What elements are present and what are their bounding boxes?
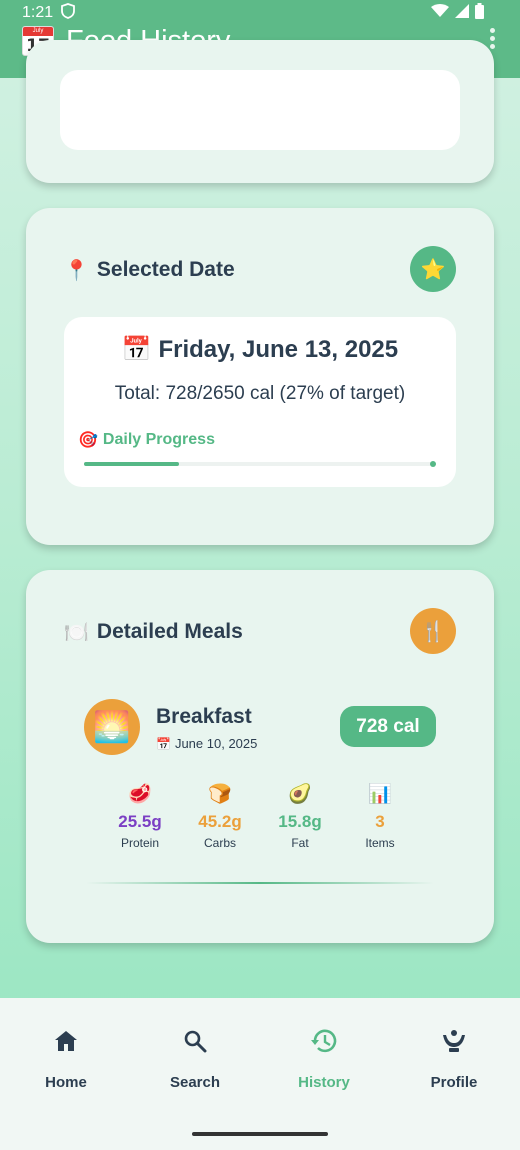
bar-chart-icon: 📊 [368, 784, 392, 805]
profile-icon [404, 1024, 504, 1058]
macro-fat: 🥑 15.8g Fat [270, 782, 330, 850]
meal-date: 📅 June 10, 2025 [156, 736, 257, 751]
progress-label-text: Daily Progress [102, 431, 215, 448]
plate-icon: 🍽️ [64, 621, 89, 644]
pin-icon: 📍 [64, 259, 89, 282]
nav-label: Search [169, 1074, 221, 1091]
star-button[interactable]: ⭐ [410, 246, 456, 292]
target-icon: 🎯 [78, 432, 98, 449]
gesture-bar[interactable] [192, 1132, 328, 1136]
meals-action-button[interactable]: 🍴 [410, 608, 456, 654]
detailed-meals-title: Detailed Meals [96, 620, 243, 643]
nav-label: History [298, 1074, 350, 1091]
macro-value: 3 [375, 812, 385, 831]
calendar-panel [60, 70, 460, 150]
search-icon [145, 1024, 245, 1058]
selected-date-header: 📍 Selected Date [64, 253, 235, 287]
meat-icon: 🥩 [128, 784, 152, 805]
detailed-meals-card: 🍽️ Detailed Meals 🍴 🌅 Breakfast 📅 June 1… [26, 570, 494, 943]
meal-name: Breakfast [156, 705, 252, 728]
progress-label: 🎯 Daily Progress [78, 430, 215, 450]
meal-calories-badge: 728 cal [340, 706, 436, 747]
calendar-card [26, 40, 494, 183]
macro-items: 📊 3 Items [350, 782, 410, 850]
nav-home[interactable]: Home [16, 1024, 116, 1091]
calendar-icon: 📅 [121, 336, 152, 363]
daily-progress-bar [84, 461, 436, 467]
macro-value: 25.5g [118, 812, 162, 831]
avocado-icon: 🥑 [288, 784, 312, 805]
detailed-meals-header: 🍽️ Detailed Meals [64, 615, 243, 649]
signal-icon [455, 4, 469, 23]
calorie-total: Total: 728/2650 cal (27% of target) [114, 383, 406, 404]
progress-end-dot [430, 461, 436, 467]
bread-icon: 🍞 [208, 784, 232, 805]
macro-carbs: 🍞 45.2g Carbs [190, 782, 250, 850]
selected-date-card: 📍 Selected Date ⭐ 📅 Friday, June 13, 202… [26, 208, 494, 545]
macro-label: Fat [291, 836, 309, 850]
fork-knife-icon: 🍴 [420, 620, 446, 643]
nav-history[interactable]: History [274, 1024, 374, 1091]
status-bar: 1:21 [22, 2, 498, 24]
selected-date-heading: 📅 Friday, June 13, 2025 [64, 335, 456, 364]
selected-date-title: Selected Date [96, 258, 235, 281]
nav-label: Profile [430, 1074, 478, 1091]
battery-icon [475, 3, 484, 24]
more-vert-icon[interactable] [488, 28, 496, 50]
history-icon [274, 1024, 374, 1058]
divider [86, 882, 434, 884]
sunrise-icon: 🌅 [84, 699, 140, 755]
macro-protein: 🥩 25.5g Protein [110, 782, 170, 850]
macro-value: 45.2g [198, 812, 242, 831]
macro-label: Protein [120, 836, 160, 850]
wifi-icon [431, 4, 449, 23]
home-icon [16, 1024, 116, 1058]
bottom-navigation: Home Search History Profile [0, 998, 520, 1150]
nav-profile[interactable]: Profile [404, 1024, 504, 1091]
calendar-icon: 📅 [156, 736, 171, 751]
macro-label: Carbs [203, 836, 236, 850]
macro-label: Items [365, 836, 395, 850]
progress-fill [84, 462, 179, 466]
selected-date-value: Friday, June 13, 2025 [158, 336, 399, 363]
date-summary-box: 📅 Friday, June 13, 2025 Total: 728/2650 … [64, 317, 456, 487]
macro-value: 15.8g [278, 812, 322, 831]
meal-date-value: June 10, 2025 [174, 736, 258, 751]
nav-label: Home [45, 1074, 87, 1091]
star-icon: ⭐ [420, 258, 446, 281]
status-time: 1:21 [22, 4, 54, 21]
nav-search[interactable]: Search [145, 1024, 245, 1091]
shield-icon [61, 2, 76, 24]
